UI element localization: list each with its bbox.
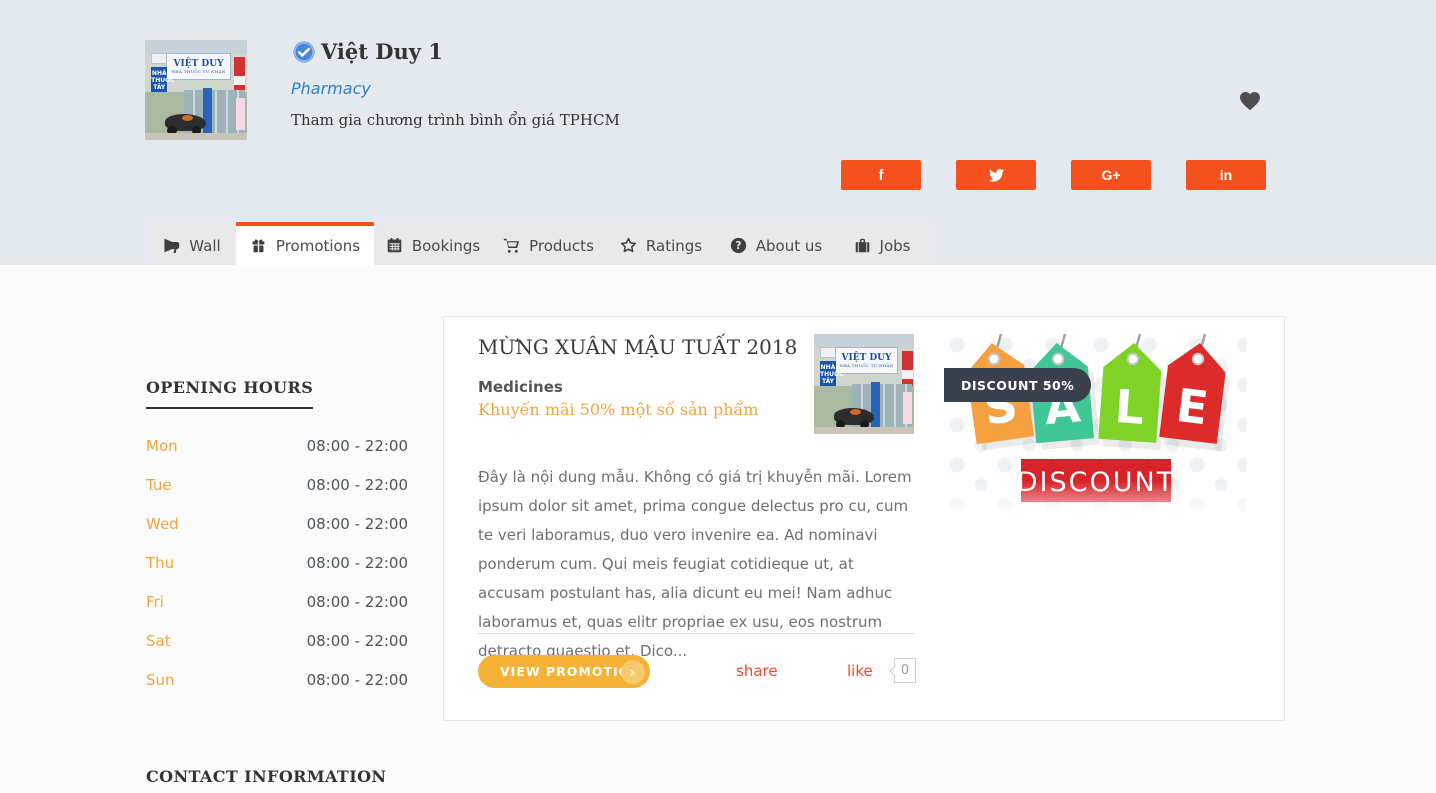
share-link[interactable]: share: [736, 662, 778, 680]
hours-row-mon: Mon08:00 - 22:00: [146, 426, 408, 465]
promotion-thumbnail-photo: VIỆT DUY NHÀ THUỐC TƯ NHÂN NHÀ THUỐC TÂY: [814, 334, 914, 434]
linkedin-icon: in: [1220, 167, 1232, 183]
opening-hours-title: OPENING HOURS: [146, 378, 313, 409]
googleplus-share-button[interactable]: G+: [1071, 160, 1151, 190]
opening-hours-list: Mon08:00 - 22:00 Tue08:00 - 22:00 Wed08:…: [146, 426, 408, 699]
gift-icon: [250, 237, 267, 254]
hours-row-sun: Sun08:00 - 22:00: [146, 660, 408, 699]
svg-text:?: ?: [735, 241, 741, 252]
storefront-sign-text: VIỆT DUY: [174, 60, 224, 69]
svg-text:L: L: [1113, 379, 1146, 435]
tab-jobs[interactable]: Jobs: [835, 222, 929, 265]
discount-badge: DISCOUNT 50%: [944, 368, 1091, 402]
image-fade-overlay: [946, 481, 1246, 536]
contact-information-title: CONTACT INFORMATION: [146, 767, 386, 786]
hours-row-tue: Tue08:00 - 22:00: [146, 465, 408, 504]
promotion-body-text: Đây là nội dung mẫu. Không có giá trị kh…: [478, 463, 914, 666]
facebook-share-button[interactable]: f: [841, 160, 921, 190]
verified-badge-icon: [293, 41, 315, 63]
promotion-title[interactable]: MỪNG XUÂN MẬU TUẤT 2018: [478, 335, 797, 359]
heart-icon[interactable]: [1237, 89, 1263, 113]
like-count-badge: 0: [894, 658, 916, 683]
promotion-card: MỪNG XUÂN MẬU TUẤT 2018 Medicines Khuyến…: [443, 316, 1285, 721]
business-avatar-photo: VIỆT DUY NHÀ THUỐC TƯ NHÂN NHÀ THUỐC TÂY: [145, 40, 247, 140]
promotion-sale-image: S A L E DISCOUNT: [946, 334, 1246, 536]
tab-wall[interactable]: Wall: [148, 222, 236, 265]
tab-promotions[interactable]: Promotions: [236, 222, 374, 265]
promotion-actions: share like 0: [444, 655, 914, 688]
hours-row-thu: Thu08:00 - 22:00: [146, 543, 408, 582]
profile-header: VIỆT DUY NHÀ THUỐC TƯ NHÂN NHÀ THUỐC TÂY…: [0, 0, 1436, 265]
sale-tag-l: L: [1098, 341, 1168, 450]
linkedin-share-button[interactable]: in: [1186, 160, 1266, 190]
hours-row-sat: Sat08:00 - 22:00: [146, 621, 408, 660]
star-icon: [620, 237, 637, 254]
promotion-category: Medicines: [478, 378, 563, 396]
twitter-share-button[interactable]: [956, 160, 1036, 190]
question-circle-icon: ?: [730, 237, 747, 254]
tab-products[interactable]: Products: [492, 222, 605, 265]
megaphone-icon: [163, 237, 180, 254]
cart-icon: [503, 237, 520, 254]
facebook-icon: f: [879, 167, 884, 184]
hours-row-wed: Wed08:00 - 22:00: [146, 504, 408, 543]
category-link[interactable]: Pharmacy: [291, 79, 371, 98]
hours-row-fri: Fri08:00 - 22:00: [146, 582, 408, 621]
tag-strings: [994, 334, 1205, 359]
briefcase-icon: [854, 237, 871, 254]
business-description: Tham gia chương trình bình ổn giá TPHCM: [291, 111, 620, 129]
tab-about-us[interactable]: ? About us: [717, 222, 835, 265]
tab-ratings[interactable]: Ratings: [605, 222, 717, 265]
storefront-sign: VIỆT DUY NHÀ THUỐC TƯ NHÂN: [166, 53, 230, 80]
tab-bar: Wall Promotions Bookings Products Rating…: [148, 222, 929, 265]
svg-text:E: E: [1173, 378, 1211, 435]
sale-tag-e: E: [1158, 340, 1233, 452]
googleplus-icon: G+: [1101, 167, 1120, 183]
like-link[interactable]: like: [847, 662, 873, 680]
twitter-icon: [988, 167, 1005, 184]
promotion-subtitle: Khuyến mãi 50% một số sản phẩm: [478, 400, 758, 419]
calendar-icon: [386, 237, 403, 254]
page-title: Việt Duy 1: [321, 39, 443, 64]
divider: [478, 633, 914, 634]
tab-bookings[interactable]: Bookings: [374, 222, 492, 265]
